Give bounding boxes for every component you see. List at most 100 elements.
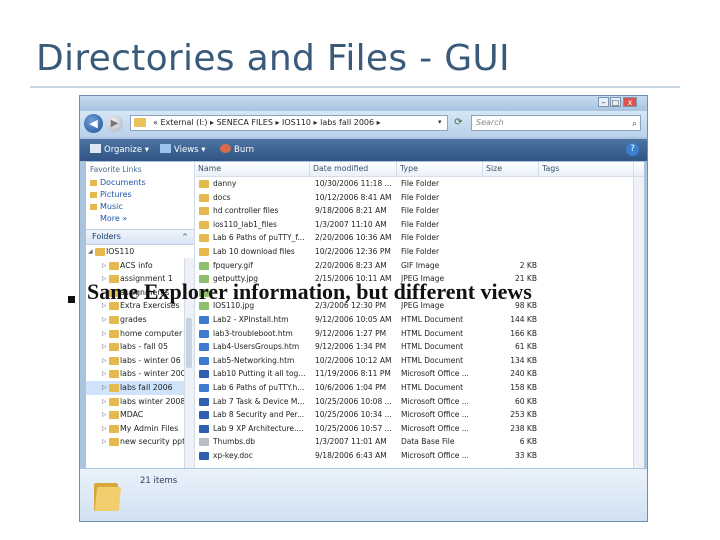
file-row[interactable]: lab3-troubleboot.htm 9/12/2006 1:27 PM HTM… bbox=[195, 327, 644, 341]
tree-expand-icon[interactable]: ◢ bbox=[88, 245, 93, 259]
file-name: Lab 7 Task & Device M... bbox=[199, 395, 311, 409]
tree-expand-icon[interactable]: ▷ bbox=[102, 340, 107, 354]
refresh-icon[interactable]: ⟳ bbox=[452, 116, 465, 130]
favorite-music[interactable]: Music bbox=[86, 201, 194, 213]
file-name: Lab 10 download files bbox=[199, 245, 311, 259]
file-row[interactable]: Thumbs.db 1/3/2007 11:01 AM Data Base File… bbox=[195, 435, 644, 449]
folders-header[interactable]: Folders ^ bbox=[86, 229, 194, 245]
file-size bbox=[487, 191, 537, 205]
favorite-documents[interactable]: Documents bbox=[86, 177, 194, 189]
file-row[interactable]: docs 10/12/2006 8:41 AM File Folder bbox=[195, 191, 644, 205]
column-name[interactable]: Name bbox=[195, 162, 310, 176]
file-name: xp-key.doc bbox=[199, 449, 311, 463]
file-row[interactable]: Lab 10 download files 10/2/2006 12:36 PM F… bbox=[195, 245, 644, 259]
tree-item[interactable]: ▷ labs - fall 05 bbox=[86, 340, 194, 354]
html-icon bbox=[199, 315, 209, 324]
file-row[interactable]: hd controller files 9/18/2006 8:21 AM File… bbox=[195, 204, 644, 218]
organize-button[interactable]: Organize ▾ bbox=[90, 144, 149, 155]
more-link[interactable]: More » bbox=[86, 213, 194, 225]
address-bar[interactable]: « External (I:) ▸ SENECA FILES ▸ IOS110 … bbox=[130, 115, 448, 131]
folders-label: Folders bbox=[92, 232, 121, 241]
tree-expand-icon[interactable]: ▷ bbox=[102, 259, 107, 273]
tree-expand-icon[interactable]: ▷ bbox=[102, 408, 107, 422]
tree-expand-icon[interactable]: ▷ bbox=[102, 367, 107, 381]
file-row[interactable]: danny 10/30/2006 11:18 ... File Folder bbox=[195, 177, 644, 191]
tree-item[interactable]: ▷ My Admin Files bbox=[86, 422, 194, 436]
burn-button[interactable]: Burn bbox=[220, 144, 254, 155]
tree-expand-icon[interactable]: ▷ bbox=[102, 395, 107, 409]
column-size[interactable]: Size bbox=[483, 162, 539, 176]
file-row[interactable]: Lab 6 Paths of puTTY.h... 10/6/2006 1:04 … bbox=[195, 381, 644, 395]
folder-icon bbox=[109, 397, 119, 406]
tree-expand-icon[interactable]: ▷ bbox=[102, 435, 107, 449]
folder-tree: ◢ IOS110 ▷ ACS info ▷ assignment 1 ▷ assignment… bbox=[86, 245, 194, 449]
bullet-text: Same Explorer information, but different… bbox=[87, 279, 532, 304]
nav-scroll-thumb[interactable] bbox=[186, 318, 192, 368]
views-button[interactable]: Views ▾ bbox=[160, 144, 206, 155]
file-row[interactable]: Lab 6 Paths of puTTY_f... 2/20/2006 10:36… bbox=[195, 231, 644, 245]
file-row[interactable]: Lab10 Putting it all tog... 11/19/2006 8:… bbox=[195, 367, 644, 381]
file-row[interactable]: Lab2 - XPInstall.htm 9/12/2006 10:05 AM HT… bbox=[195, 313, 644, 327]
tree-item[interactable]: ▷ labs winter 2008 bbox=[86, 395, 194, 409]
maximize-button[interactable]: □ bbox=[610, 97, 621, 107]
tree-item[interactable]: ▷ labs - winter 06 bbox=[86, 354, 194, 368]
column-tags[interactable]: Tags bbox=[539, 162, 634, 176]
tree-expand-icon[interactable]: ▷ bbox=[102, 381, 107, 395]
file-name-text: Lab 7 Task & Device M... bbox=[213, 396, 305, 406]
tree-item[interactable]: ▷ MDAC bbox=[86, 408, 194, 422]
tree-item[interactable]: ▷ home computer bbox=[86, 327, 194, 341]
file-type: File Folder bbox=[401, 233, 440, 243]
folders-collapse-icon[interactable]: ^ bbox=[182, 230, 188, 244]
file-type: Microsoft Office ... bbox=[401, 423, 469, 433]
file-size: 60 KB bbox=[515, 396, 537, 406]
file-row[interactable]: fpquery.gif 2/20/2006 8:23 AM GIF Image 2 K… bbox=[195, 259, 644, 273]
file-row[interactable]: ios110_lab1_files 1/3/2007 11:10 AM File F… bbox=[195, 218, 644, 232]
file-row[interactable]: Lab 7 Task & Device M... 10/25/2006 10:08… bbox=[195, 395, 644, 409]
file-size bbox=[487, 177, 537, 191]
window-titlebar[interactable]: – □ x bbox=[80, 96, 647, 110]
file-name-text: xp-key.doc bbox=[213, 450, 253, 460]
tree-expand-icon[interactable]: ▷ bbox=[102, 422, 107, 436]
tree-item-label: grades bbox=[120, 314, 147, 324]
file-row[interactable]: Lab4-UsersGroups.htm 9/12/2006 1:34 PM HTM… bbox=[195, 340, 644, 354]
file-name: Lab 6 Paths of puTTY.h... bbox=[199, 381, 311, 395]
file-name: Lab 8 Security and Per... bbox=[199, 408, 311, 422]
tree-expand-icon[interactable]: ▷ bbox=[102, 354, 107, 368]
tree-item[interactable]: ▷ new security ppt bbox=[86, 435, 194, 449]
minimize-button[interactable]: – bbox=[598, 97, 609, 107]
search-placeholder: Search bbox=[476, 118, 504, 127]
back-button[interactable]: ◀ bbox=[84, 114, 103, 133]
file-size: 158 KB bbox=[510, 382, 537, 392]
back-arrow-icon: ◀ bbox=[89, 117, 98, 130]
tree-item[interactable]: ▷ labs fall 2006 bbox=[86, 380, 194, 395]
file-scrollbar[interactable] bbox=[633, 177, 644, 468]
tree-item[interactable]: ▷ grades bbox=[86, 313, 194, 327]
tree-item[interactable]: ▷ ACS info bbox=[86, 259, 194, 273]
folder-icon bbox=[199, 193, 209, 202]
search-input[interactable]: Search ⌕ bbox=[471, 115, 641, 131]
tree-expand-icon[interactable]: ▷ bbox=[102, 313, 107, 327]
favorite-pictures[interactable]: Pictures bbox=[86, 189, 194, 201]
close-button[interactable]: x bbox=[623, 97, 637, 107]
forward-button[interactable]: ▶ bbox=[106, 115, 123, 132]
column-type[interactable]: Type bbox=[397, 162, 483, 176]
tree-item[interactable]: ◢ IOS110 bbox=[86, 245, 194, 259]
search-icon[interactable]: ⌕ bbox=[632, 117, 637, 131]
file-name: docs bbox=[199, 191, 311, 205]
address-dropdown-icon[interactable]: ▾ bbox=[438, 118, 442, 126]
file-row[interactable]: Lab 9 XP Architecture.... 10/25/2006 10:5… bbox=[195, 422, 644, 436]
tree-item[interactable]: ▷ labs - winter 200 bbox=[86, 367, 194, 381]
file-row[interactable]: Lab5-Networking.htm 10/2/2006 10:12 AM HTM… bbox=[195, 354, 644, 368]
explorer-window: – □ x ◀ ▶ « External (I:) ▸ SENECA FILES… bbox=[79, 95, 648, 522]
file-name-text: Lab 6 Paths of puTTY_f... bbox=[213, 233, 305, 243]
file-name-text: Lab 6 Paths of puTTY.h... bbox=[213, 382, 305, 392]
help-icon[interactable]: ? bbox=[626, 143, 639, 156]
tree-expand-icon[interactable]: ▷ bbox=[102, 327, 107, 341]
file-row[interactable]: Lab 8 Security and Per... 10/25/2006 10:3… bbox=[195, 408, 644, 422]
column-date-modified[interactable]: Date modified bbox=[310, 162, 397, 176]
views-label: Views ▾ bbox=[174, 145, 206, 155]
file-row[interactable]: xp-key.doc 9/18/2006 6:43 AM Microsoft Off… bbox=[195, 449, 644, 463]
navigation-pane: Favorite Links Documents Pictures Music … bbox=[86, 162, 195, 468]
file-name-text: Lab5-Networking.htm bbox=[213, 355, 295, 365]
file-type: File Folder bbox=[401, 219, 440, 229]
